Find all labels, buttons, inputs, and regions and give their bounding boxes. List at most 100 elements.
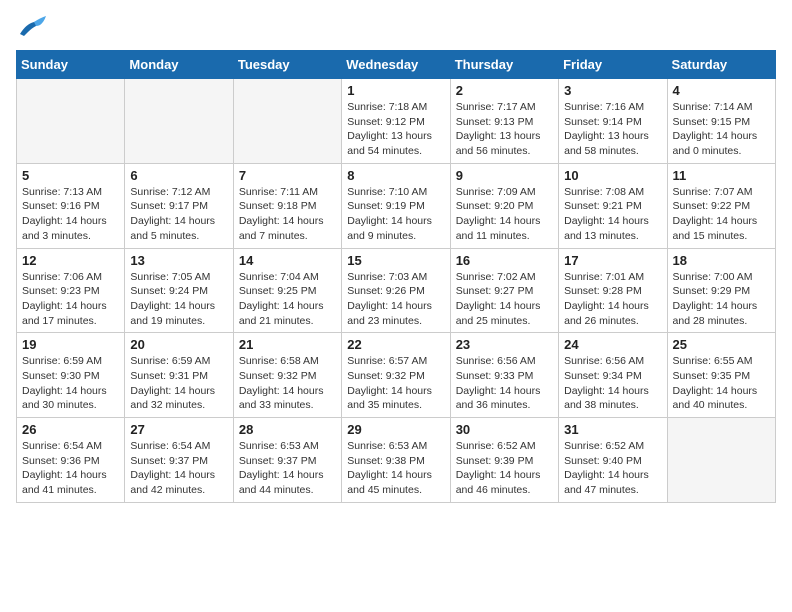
day-number: 17 [564, 253, 661, 268]
page-header [16, 16, 776, 38]
day-number: 25 [673, 337, 770, 352]
day-info: Sunrise: 6:53 AM Sunset: 9:38 PM Dayligh… [347, 439, 444, 498]
calendar-cell: 15Sunrise: 7:03 AM Sunset: 9:26 PM Dayli… [342, 248, 450, 333]
calendar-cell: 8 Sunrise: 7:10 AM Sunset: 9:19 PM Daylig… [342, 163, 450, 248]
day-info: Sunrise: 6:56 AM Sunset: 9:34 PM Dayligh… [564, 354, 661, 413]
day-info: Sunrise: 6:52 AM Sunset: 9:39 PM Dayligh… [456, 439, 553, 498]
day-info: Sunrise: 7:13 AM Sunset: 9:16 PM Dayligh… [22, 185, 119, 244]
day-number: 24 [564, 337, 661, 352]
calendar-cell: 27Sunrise: 6:54 AM Sunset: 9:37 PM Dayli… [125, 418, 233, 503]
day-number: 4 [673, 83, 770, 98]
day-info: Sunrise: 7:12 AM Sunset: 9:17 PM Dayligh… [130, 185, 227, 244]
calendar-cell: 18 Sunrise: 7:00 AM Sunset: 9:29 PM Dayli… [667, 248, 775, 333]
logo [16, 16, 46, 38]
calendar-week-row: 19Sunrise: 6:59 AM Sunset: 9:30 PM Dayli… [17, 333, 776, 418]
calendar-cell: 30 Sunrise: 6:52 AM Sunset: 9:39 PM Dayli… [450, 418, 558, 503]
day-number: 11 [673, 168, 770, 183]
day-number: 2 [456, 83, 553, 98]
day-info: Sunrise: 7:06 AM Sunset: 9:23 PM Dayligh… [22, 270, 119, 329]
calendar-header-row: SundayMondayTuesdayWednesdayThursdayFrid… [17, 51, 776, 79]
day-info: Sunrise: 7:18 AM Sunset: 9:12 PM Dayligh… [347, 100, 444, 159]
calendar-cell: 9 Sunrise: 7:09 AM Sunset: 9:20 PM Daylig… [450, 163, 558, 248]
calendar-cell: 3 Sunrise: 7:16 AM Sunset: 9:14 PM Daylig… [559, 79, 667, 164]
day-info: Sunrise: 6:59 AM Sunset: 9:31 PM Dayligh… [130, 354, 227, 413]
day-info: Sunrise: 7:08 AM Sunset: 9:21 PM Dayligh… [564, 185, 661, 244]
calendar-week-row: 5Sunrise: 7:13 AM Sunset: 9:16 PM Daylig… [17, 163, 776, 248]
logo-bird-icon [18, 16, 46, 38]
day-info: Sunrise: 7:04 AM Sunset: 9:25 PM Dayligh… [239, 270, 336, 329]
day-header-sunday: Sunday [17, 51, 125, 79]
day-header-monday: Monday [125, 51, 233, 79]
day-info: Sunrise: 6:59 AM Sunset: 9:30 PM Dayligh… [22, 354, 119, 413]
day-info: Sunrise: 6:53 AM Sunset: 9:37 PM Dayligh… [239, 439, 336, 498]
day-info: Sunrise: 7:05 AM Sunset: 9:24 PM Dayligh… [130, 270, 227, 329]
day-info: Sunrise: 7:09 AM Sunset: 9:20 PM Dayligh… [456, 185, 553, 244]
calendar-cell: 25 Sunrise: 6:55 AM Sunset: 9:35 PM Dayli… [667, 333, 775, 418]
calendar-cell: 19Sunrise: 6:59 AM Sunset: 9:30 PM Dayli… [17, 333, 125, 418]
calendar-cell: 31 Sunrise: 6:52 AM Sunset: 9:40 PM Dayli… [559, 418, 667, 503]
calendar-cell: 12 Sunrise: 7:06 AM Sunset: 9:23 PM Dayli… [17, 248, 125, 333]
calendar-cell: 16Sunrise: 7:02 AM Sunset: 9:27 PM Dayli… [450, 248, 558, 333]
calendar-cell: 23 Sunrise: 6:56 AM Sunset: 9:33 PM Dayli… [450, 333, 558, 418]
calendar-cell: 11Sunrise: 7:07 AM Sunset: 9:22 PM Dayli… [667, 163, 775, 248]
day-number: 10 [564, 168, 661, 183]
day-info: Sunrise: 7:10 AM Sunset: 9:19 PM Dayligh… [347, 185, 444, 244]
day-info: Sunrise: 7:17 AM Sunset: 9:13 PM Dayligh… [456, 100, 553, 159]
day-number: 31 [564, 422, 661, 437]
day-info: Sunrise: 7:14 AM Sunset: 9:15 PM Dayligh… [673, 100, 770, 159]
calendar-table: SundayMondayTuesdayWednesdayThursdayFrid… [16, 50, 776, 503]
day-number: 28 [239, 422, 336, 437]
calendar-cell: 1 Sunrise: 7:18 AM Sunset: 9:12 PM Daylig… [342, 79, 450, 164]
day-number: 13 [130, 253, 227, 268]
day-header-wednesday: Wednesday [342, 51, 450, 79]
day-info: Sunrise: 7:03 AM Sunset: 9:26 PM Dayligh… [347, 270, 444, 329]
calendar-cell: 22Sunrise: 6:57 AM Sunset: 9:32 PM Dayli… [342, 333, 450, 418]
calendar-cell [125, 79, 233, 164]
day-info: Sunrise: 6:52 AM Sunset: 9:40 PM Dayligh… [564, 439, 661, 498]
day-number: 23 [456, 337, 553, 352]
calendar-cell: 26 Sunrise: 6:54 AM Sunset: 9:36 PM Dayli… [17, 418, 125, 503]
day-number: 20 [130, 337, 227, 352]
day-number: 1 [347, 83, 444, 98]
calendar-cell: 2 Sunrise: 7:17 AM Sunset: 9:13 PM Daylig… [450, 79, 558, 164]
day-info: Sunrise: 6:56 AM Sunset: 9:33 PM Dayligh… [456, 354, 553, 413]
calendar-cell: 28 Sunrise: 6:53 AM Sunset: 9:37 PM Dayli… [233, 418, 341, 503]
day-number: 14 [239, 253, 336, 268]
calendar-cell: 5Sunrise: 7:13 AM Sunset: 9:16 PM Daylig… [17, 163, 125, 248]
day-number: 29 [347, 422, 444, 437]
day-number: 12 [22, 253, 119, 268]
day-number: 18 [673, 253, 770, 268]
day-info: Sunrise: 7:16 AM Sunset: 9:14 PM Dayligh… [564, 100, 661, 159]
calendar-cell: 13 Sunrise: 7:05 AM Sunset: 9:24 PM Dayli… [125, 248, 233, 333]
day-number: 8 [347, 168, 444, 183]
day-info: Sunrise: 6:55 AM Sunset: 9:35 PM Dayligh… [673, 354, 770, 413]
day-number: 9 [456, 168, 553, 183]
day-header-tuesday: Tuesday [233, 51, 341, 79]
calendar-cell: 29 Sunrise: 6:53 AM Sunset: 9:38 PM Dayli… [342, 418, 450, 503]
day-number: 30 [456, 422, 553, 437]
day-number: 26 [22, 422, 119, 437]
day-header-saturday: Saturday [667, 51, 775, 79]
day-number: 6 [130, 168, 227, 183]
day-info: Sunrise: 6:54 AM Sunset: 9:36 PM Dayligh… [22, 439, 119, 498]
calendar-cell: 24 Sunrise: 6:56 AM Sunset: 9:34 PM Dayli… [559, 333, 667, 418]
calendar-week-row: 26 Sunrise: 6:54 AM Sunset: 9:36 PM Dayli… [17, 418, 776, 503]
calendar-cell: 14 Sunrise: 7:04 AM Sunset: 9:25 PM Dayli… [233, 248, 341, 333]
calendar-cell: 6 Sunrise: 7:12 AM Sunset: 9:17 PM Daylig… [125, 163, 233, 248]
day-info: Sunrise: 6:58 AM Sunset: 9:32 PM Dayligh… [239, 354, 336, 413]
day-number: 21 [239, 337, 336, 352]
calendar-cell: 4 Sunrise: 7:14 AM Sunset: 9:15 PM Daylig… [667, 79, 775, 164]
day-info: Sunrise: 6:54 AM Sunset: 9:37 PM Dayligh… [130, 439, 227, 498]
day-header-friday: Friday [559, 51, 667, 79]
day-number: 16 [456, 253, 553, 268]
day-info: Sunrise: 7:11 AM Sunset: 9:18 PM Dayligh… [239, 185, 336, 244]
day-number: 3 [564, 83, 661, 98]
calendar-cell: 7Sunrise: 7:11 AM Sunset: 9:18 PM Daylig… [233, 163, 341, 248]
day-info: Sunrise: 7:00 AM Sunset: 9:29 PM Dayligh… [673, 270, 770, 329]
calendar-cell: 17Sunrise: 7:01 AM Sunset: 9:28 PM Dayli… [559, 248, 667, 333]
calendar-week-row: 1 Sunrise: 7:18 AM Sunset: 9:12 PM Daylig… [17, 79, 776, 164]
calendar-cell [667, 418, 775, 503]
calendar-cell: 21 Sunrise: 6:58 AM Sunset: 9:32 PM Dayli… [233, 333, 341, 418]
day-number: 22 [347, 337, 444, 352]
calendar-cell [17, 79, 125, 164]
